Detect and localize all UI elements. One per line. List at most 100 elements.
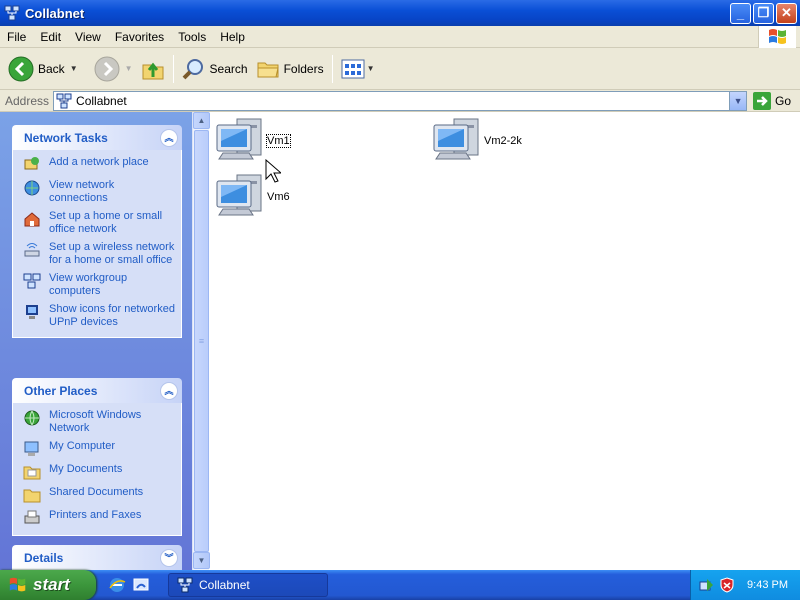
network-icon — [4, 5, 20, 21]
address-input[interactable]: Collabnet ▼ — [53, 90, 748, 111]
task-view-network-connections[interactable]: View network connections — [23, 179, 175, 205]
network-icon — [56, 93, 72, 108]
menu-bar: File Edit View Favorites Tools Help — [0, 26, 800, 48]
close-icon: ✕ — [781, 5, 792, 20]
task-view-workgroup[interactable]: View workgroup computers — [23, 272, 175, 298]
task-show-upnp[interactable]: Show icons for networked UPnP devices — [23, 303, 175, 329]
start-label: start — [33, 575, 70, 594]
network-status-icon[interactable] — [699, 577, 715, 593]
go-label: Go — [775, 93, 792, 108]
back-arrow-icon — [8, 56, 34, 81]
place-my-documents[interactable]: My Documents — [23, 463, 175, 481]
views-button[interactable]: ▼ — [337, 52, 379, 86]
add-network-place-icon — [24, 157, 39, 170]
windows-logo-icon — [9, 577, 26, 592]
computer-icon — [216, 174, 262, 216]
views-dropdown-icon[interactable]: ▼ — [367, 64, 375, 73]
go-button[interactable]: Go — [753, 91, 792, 110]
windows-logo-icon — [758, 26, 796, 48]
internet-explorer-icon[interactable] — [108, 576, 126, 594]
back-label: Back — [38, 61, 65, 76]
forward-button[interactable]: ▼ — [90, 52, 137, 86]
maximize-icon: ❐ — [757, 5, 770, 20]
clock[interactable]: 9:43 PM — [747, 579, 788, 591]
computer-item-vm2-2k[interactable]: Vm2-2k — [432, 117, 522, 165]
security-shield-icon[interactable] — [719, 577, 735, 593]
computer-name: Vm2-2k — [484, 135, 522, 147]
toolbar-separator — [331, 54, 333, 83]
system-tray: 9:43 PM — [690, 570, 800, 600]
scroll-up-button[interactable]: ▲ — [193, 112, 210, 129]
taskbar-item-collabnet[interactable]: Collabnet — [168, 573, 328, 597]
up-folder-button[interactable] — [137, 52, 169, 86]
workgroup-icon — [23, 273, 41, 289]
place-my-computer[interactable]: My Computer — [23, 440, 175, 458]
other-places-panel: Other Places ︽ Microsoft Windows Network… — [12, 378, 182, 536]
go-arrow-icon — [753, 91, 772, 110]
place-shared-documents[interactable]: Shared Documents — [23, 486, 175, 504]
collapse-icon[interactable]: ︽ — [160, 381, 178, 400]
place-printers-faxes[interactable]: Printers and Faxes — [23, 509, 175, 527]
title-bar[interactable]: Collabnet _ ❐ ✕ — [0, 0, 800, 26]
task-wireless-network[interactable]: Set up a wireless network for a home or … — [23, 241, 175, 267]
scroll-down-button[interactable]: ▼ — [193, 552, 210, 569]
menu-edit[interactable]: Edit — [33, 30, 68, 44]
back-button[interactable]: Back ▼ — [4, 52, 82, 86]
folders-icon — [257, 62, 279, 77]
task-home-network[interactable]: Set up a home or small office network — [23, 210, 175, 236]
address-label: Address — [5, 93, 50, 108]
network-tasks-header[interactable]: Network Tasks ︽ — [12, 125, 182, 150]
menu-view[interactable]: View — [68, 30, 108, 44]
wireless-network-icon — [24, 243, 40, 257]
address-dropdown-icon[interactable]: ▼ — [729, 91, 747, 110]
search-icon — [182, 58, 203, 79]
toolbar: Back ▼ ▼ Search Folders ▼ — [0, 48, 800, 90]
computer-icon — [433, 118, 479, 160]
back-dropdown-icon[interactable]: ▼ — [70, 64, 78, 73]
other-places-header[interactable]: Other Places ︽ — [12, 378, 182, 403]
search-label: Search — [209, 61, 248, 76]
network-connections-icon — [24, 180, 40, 196]
folders-button[interactable]: Folders — [252, 52, 328, 86]
computer-item-vm1[interactable]: Vm1 — [215, 117, 291, 165]
computer-name: Vm1 — [266, 134, 291, 148]
address-bar: Address Collabnet ▼ Go — [0, 90, 800, 112]
menu-help[interactable]: Help — [213, 30, 252, 44]
scroll-thumb[interactable]: ≡ — [194, 130, 209, 552]
details-header[interactable]: Details ︾ — [12, 545, 182, 570]
search-button[interactable]: Search — [178, 52, 252, 86]
task-add-network-place[interactable]: Add a network place — [23, 156, 175, 174]
place-windows-network[interactable]: Microsoft Windows Network — [23, 409, 175, 435]
task-pane: Network Tasks ︽ Add a network place View… — [0, 112, 192, 570]
close-button[interactable]: ✕ — [776, 2, 797, 24]
windows-network-icon — [24, 410, 40, 426]
menu-favorites[interactable]: Favorites — [108, 30, 171, 44]
show-desktop-icon[interactable] — [132, 576, 150, 594]
my-documents-icon — [23, 466, 41, 480]
forward-dropdown-icon[interactable]: ▼ — [125, 64, 133, 73]
menu-tools[interactable]: Tools — [171, 30, 213, 44]
file-view[interactable]: Vm1 Vm2-2k Vm6 — [210, 112, 800, 570]
details-panel: Details ︾ — [12, 545, 182, 570]
folders-label: Folders — [283, 61, 324, 76]
computer-icon — [216, 118, 262, 160]
maximize-button[interactable]: ❐ — [753, 2, 774, 24]
task-pane-scrollbar[interactable]: ▲ ≡ ▼ — [192, 112, 210, 570]
views-icon — [341, 59, 365, 78]
taskbar-item-label: Collabnet — [199, 578, 250, 592]
minimize-icon: _ — [736, 5, 745, 21]
network-tasks-panel: Network Tasks ︽ Add a network place View… — [12, 125, 182, 338]
collapse-icon[interactable]: ︽ — [160, 128, 178, 147]
address-value: Collabnet — [76, 93, 127, 108]
window-title: Collabnet — [25, 5, 85, 21]
up-folder-icon — [142, 62, 164, 79]
scroll-down-icon: ▼ — [197, 556, 206, 565]
expand-icon[interactable]: ︾ — [160, 548, 178, 567]
scroll-up-icon: ▲ — [197, 116, 206, 125]
start-button[interactable]: start — [0, 570, 96, 600]
network-tasks-title: Network Tasks — [24, 130, 108, 145]
menu-file[interactable]: File — [0, 30, 33, 44]
taskbar: start Collabnet 9:43 PM — [0, 570, 800, 600]
minimize-button[interactable]: _ — [730, 2, 751, 24]
printers-icon — [24, 510, 40, 524]
